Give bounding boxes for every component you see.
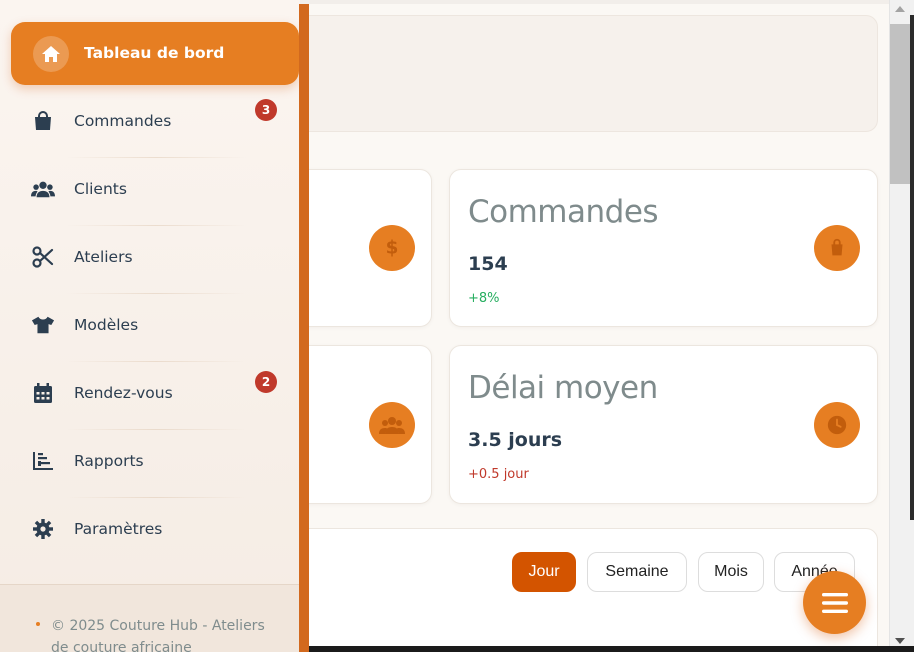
sidebar-item-settings[interactable]: Paramètres bbox=[11, 504, 299, 556]
shopping-bag-icon bbox=[31, 109, 55, 133]
sidebar-item-label: Rendez-vous bbox=[74, 384, 173, 402]
sidebar-item-orders[interactable]: Commandes 3 bbox=[11, 96, 299, 148]
divider bbox=[66, 361, 246, 362]
shopping-bag-icon bbox=[814, 225, 860, 271]
divider bbox=[66, 225, 246, 226]
sidebar: Tableau de bord Commandes 3 Clients Atel… bbox=[0, 0, 300, 652]
sidebar-item-appointments[interactable]: Rendez-vous 2 bbox=[11, 368, 299, 420]
sidebar-item-label: Rapports bbox=[74, 452, 144, 470]
stat-delta: +0.5 jour bbox=[468, 467, 529, 482]
gear-icon bbox=[31, 517, 55, 541]
sidebar-item-label: Tableau de bord bbox=[84, 44, 225, 62]
clock-icon bbox=[814, 402, 860, 448]
period-week-button[interactable]: Semaine bbox=[587, 552, 687, 592]
scissors-icon bbox=[31, 245, 55, 269]
sidebar-footer: © 2025 Couture Hub - Ateliers de couture… bbox=[0, 584, 299, 652]
sidebar-item-workshops[interactable]: Ateliers bbox=[11, 232, 299, 284]
sidebar-item-reports[interactable]: Rapports bbox=[11, 436, 299, 488]
header-card bbox=[260, 15, 878, 132]
notification-badge: 2 bbox=[255, 371, 277, 393]
scroll-up-arrow-icon[interactable] bbox=[895, 6, 905, 12]
window-edge bbox=[910, 15, 914, 520]
menu-icon bbox=[821, 592, 848, 614]
stat-title: Délai moyen bbox=[468, 370, 658, 406]
sidebar-edge bbox=[299, 4, 309, 652]
sidebar-item-label: Commandes bbox=[74, 112, 172, 130]
calendar-icon bbox=[31, 381, 55, 405]
stat-value: 154 bbox=[468, 253, 508, 275]
chart-bar-icon bbox=[31, 449, 55, 473]
tshirt-icon bbox=[31, 313, 55, 337]
period-day-button[interactable]: Jour bbox=[512, 552, 576, 592]
scroll-down-arrow-icon[interactable] bbox=[895, 638, 905, 644]
dollar-icon: $ bbox=[369, 225, 415, 271]
stat-value: 3.5 jours bbox=[468, 429, 563, 451]
sidebar-item-models[interactable]: Modèles bbox=[11, 300, 299, 352]
sidebar-item-label: Ateliers bbox=[74, 248, 133, 266]
svg-text:$: $ bbox=[386, 238, 399, 259]
sidebar-item-label: Clients bbox=[74, 180, 127, 198]
divider bbox=[66, 293, 246, 294]
sidebar-item-dashboard[interactable]: Tableau de bord bbox=[11, 22, 299, 85]
menu-fab-button[interactable] bbox=[803, 571, 866, 634]
bullet-dot bbox=[36, 622, 40, 626]
taskbar-edge bbox=[222, 646, 914, 652]
divider bbox=[66, 429, 246, 430]
copyright-text: © 2025 Couture Hub - Ateliers de couture… bbox=[51, 618, 265, 652]
divider bbox=[66, 157, 246, 158]
stat-delta: +8% bbox=[468, 291, 500, 306]
home-icon bbox=[33, 36, 69, 72]
sidebar-item-label: Paramètres bbox=[74, 520, 163, 538]
users-icon bbox=[369, 402, 415, 448]
scroll-thumb[interactable] bbox=[890, 24, 910, 184]
users-icon bbox=[31, 177, 55, 201]
divider bbox=[66, 497, 246, 498]
notification-badge: 3 bbox=[255, 99, 277, 121]
chart-card: Jour Semaine Mois Année bbox=[260, 528, 878, 652]
stat-title: Commandes bbox=[468, 194, 659, 230]
delay-stat-card: Délai moyen 3.5 jours +0.5 jour bbox=[449, 345, 878, 504]
orders-stat-card: Commandes 154 +8% bbox=[449, 169, 878, 327]
period-month-button[interactable]: Mois bbox=[698, 552, 764, 592]
sidebar-item-clients[interactable]: Clients bbox=[11, 164, 299, 216]
sidebar-item-label: Modèles bbox=[74, 316, 139, 334]
